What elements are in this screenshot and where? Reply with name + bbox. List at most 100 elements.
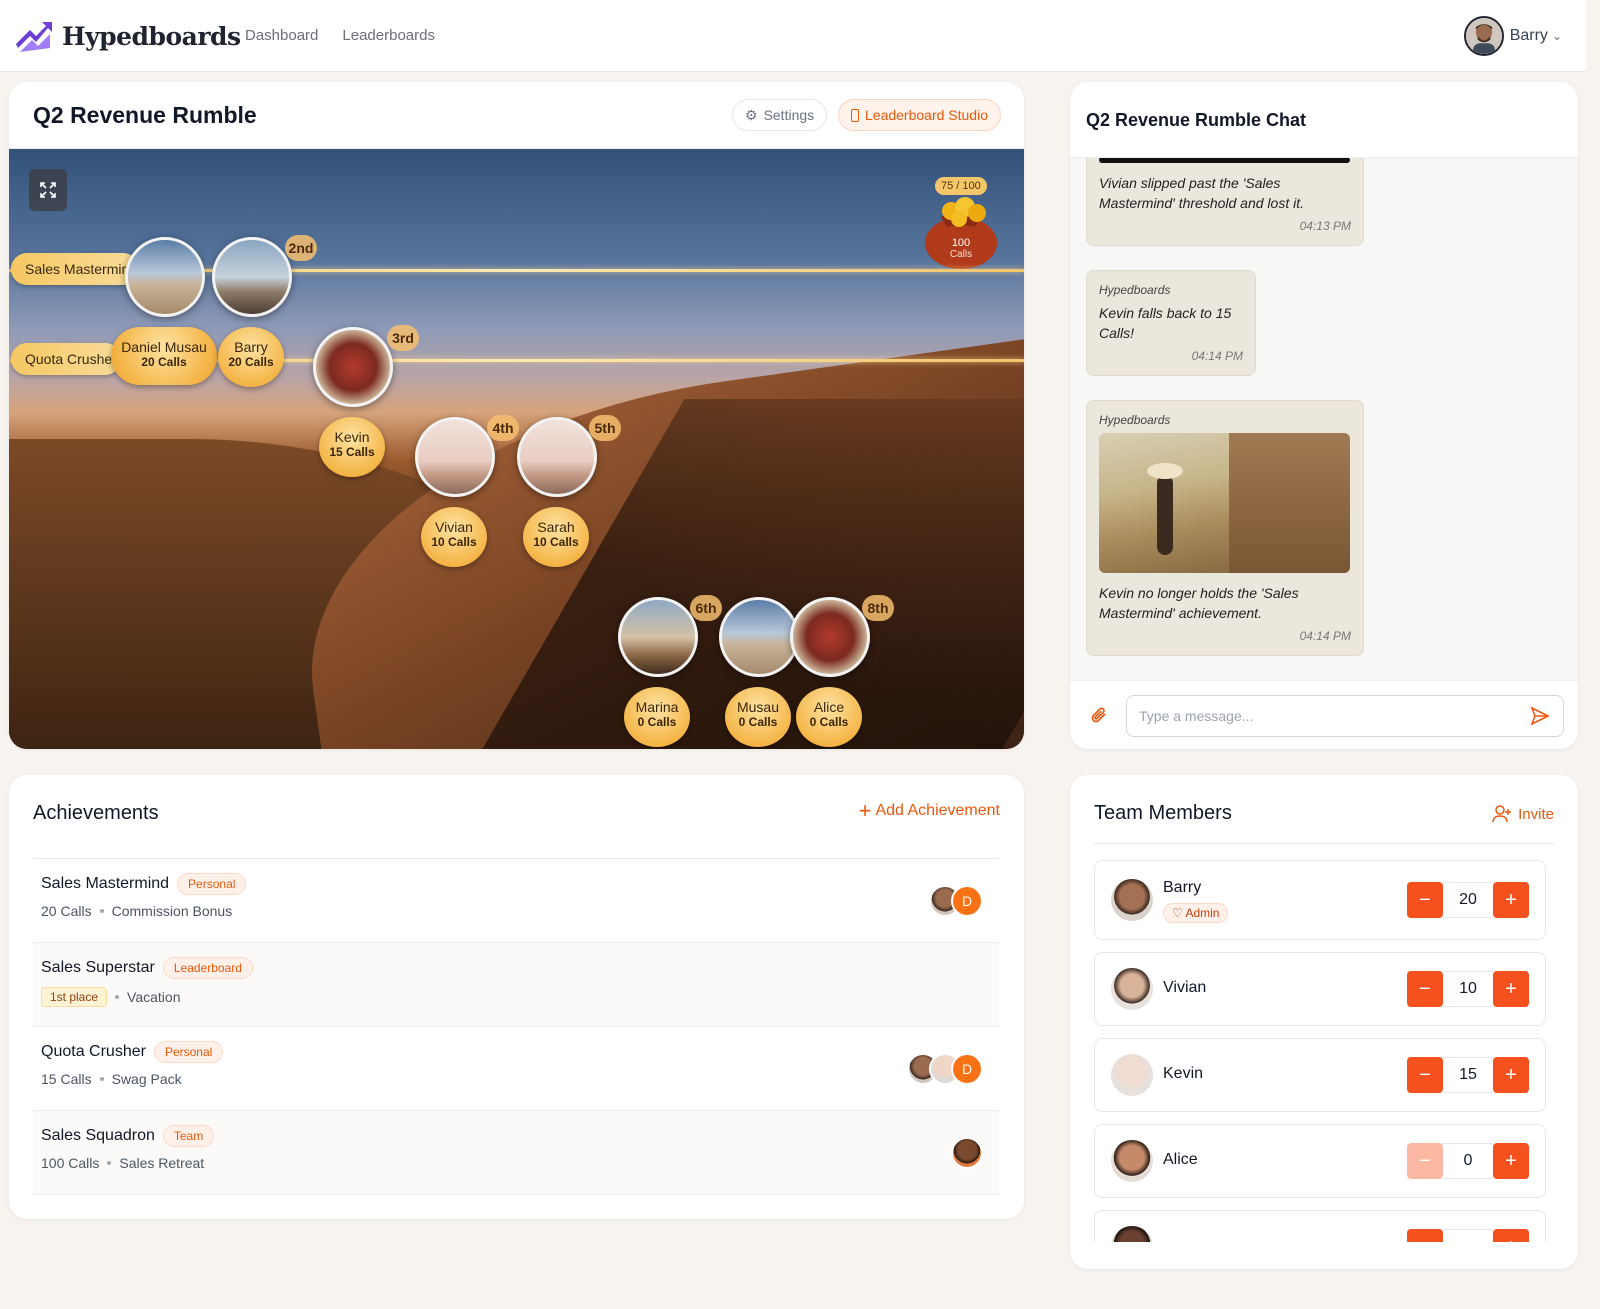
player-name: Daniel Musau xyxy=(121,339,207,355)
avatar xyxy=(951,1137,983,1169)
member-value[interactable]: 0 xyxy=(1443,1143,1493,1179)
increment-button[interactable]: + xyxy=(1493,1143,1529,1179)
user-name: Barry xyxy=(1509,27,1548,44)
player-avatar[interactable] xyxy=(790,597,870,677)
member-row: − + xyxy=(1094,1210,1546,1242)
invite-button[interactable]: Invite xyxy=(1492,804,1554,824)
player-calls: 20 Calls xyxy=(228,355,274,369)
team-members-card: Team Members Invite Barry ♡ Admin − 20 +… xyxy=(1070,775,1578,1269)
player-tag: Barry 20 Calls xyxy=(218,327,284,387)
player-tag: Sarah 10 Calls xyxy=(523,507,589,567)
brand[interactable]: Hypedboards xyxy=(16,18,241,54)
member-value[interactable]: 20 xyxy=(1443,882,1493,918)
gear-icon: ⚙ xyxy=(745,106,758,123)
avatar: D xyxy=(951,1053,983,1085)
quantity-stepper: − 20 + xyxy=(1407,882,1529,918)
chat-messages[interactable]: Vivian slipped past the 'Sales Mastermin… xyxy=(1070,158,1578,680)
member-name: Barry xyxy=(1163,879,1202,896)
invite-label: Invite xyxy=(1518,805,1554,823)
team-title: Team Members xyxy=(1094,802,1232,824)
member-value[interactable]: 15 xyxy=(1443,1057,1493,1093)
studio-label: Leaderboard Studio xyxy=(865,107,988,123)
player-tag: Vivian 10 Calls xyxy=(421,507,487,567)
player-avatar[interactable] xyxy=(517,417,597,497)
shield-icon: ♡ xyxy=(1172,906,1183,920)
goal-unit: Calls xyxy=(949,249,973,260)
player-avatar[interactable] xyxy=(212,237,292,317)
player-calls: 10 Calls xyxy=(431,535,477,549)
member-value[interactable]: 10 xyxy=(1443,971,1493,1007)
player-name: Kevin xyxy=(334,429,370,445)
member-list[interactable]: Barry ♡ Admin − 20 + Vivian − 10 + Kevin xyxy=(1094,860,1546,1242)
achievement-row[interactable]: Sales Squadron Team 100 Calls Sales Retr… xyxy=(33,1111,999,1195)
achievement-row[interactable]: Sales Superstar Leaderboard 1st place Va… xyxy=(33,943,999,1027)
increment-button[interactable]: + xyxy=(1493,1229,1529,1242)
avatar: D xyxy=(951,885,983,917)
message-image[interactable] xyxy=(1099,433,1350,573)
player-tag: Musau 0 Calls xyxy=(725,687,791,747)
message-text: Kevin no longer holds the 'Sales Masterm… xyxy=(1099,585,1299,621)
player-avatar[interactable] xyxy=(618,597,698,677)
top-navbar: Hypedboards Dashboard Leaderboards Barry… xyxy=(0,0,1586,72)
paperclip-icon[interactable] xyxy=(1090,705,1108,725)
decrement-button[interactable]: − xyxy=(1407,1057,1443,1093)
avatar xyxy=(1111,968,1153,1010)
player-tag: Marina 0 Calls xyxy=(624,687,690,747)
leaderboard-scene: 75 / 100 100 Calls Sales Mastermind Quot… xyxy=(9,149,1024,749)
decrement-button[interactable]: − xyxy=(1407,1229,1443,1242)
rank-badge: 3rd xyxy=(387,325,419,351)
nav-link-dashboard[interactable]: Dashboard xyxy=(245,27,318,44)
player-calls: 0 Calls xyxy=(809,715,849,729)
message-text: Kevin falls back to 15 Calls! xyxy=(1099,305,1232,341)
send-icon[interactable] xyxy=(1530,706,1550,726)
achievement-row[interactable]: Quota Crusher Personal 15 Calls Swag Pac… xyxy=(33,1027,999,1111)
user-menu[interactable]: Barry ⌄ xyxy=(1463,16,1562,56)
player-avatar[interactable] xyxy=(313,327,393,407)
player-calls: 0 Calls xyxy=(637,715,677,729)
quantity-stepper: − 10 + xyxy=(1407,971,1529,1007)
message-input[interactable] xyxy=(1126,695,1564,737)
avatar xyxy=(1111,1054,1153,1096)
decrement-button[interactable]: − xyxy=(1407,971,1443,1007)
achievement-name: Sales Squadron xyxy=(41,1127,155,1144)
page-title: Q2 Revenue Rumble xyxy=(33,102,257,128)
chat-title: Q2 Revenue Rumble Chat xyxy=(1086,110,1307,130)
player-avatar[interactable] xyxy=(719,597,799,677)
add-user-icon xyxy=(1492,805,1512,823)
expand-icon[interactable] xyxy=(29,169,67,211)
achievement-goal: 100 Calls xyxy=(41,1155,100,1171)
rank-badge: 2nd xyxy=(285,235,317,261)
goal-bag[interactable]: 75 / 100 100 Calls xyxy=(921,177,1011,273)
settings-button[interactable]: ⚙ Settings xyxy=(732,99,828,131)
quantity-stepper: − 0 + xyxy=(1407,1143,1529,1179)
quantity-stepper: − 15 + xyxy=(1407,1057,1529,1093)
player-tag: Kevin 15 Calls xyxy=(319,417,385,477)
achievement-reward: Vacation xyxy=(127,989,181,1005)
add-achievement-label: Add Achievement xyxy=(875,802,1000,819)
increment-button[interactable]: + xyxy=(1493,1057,1529,1093)
rank-badge: 8th xyxy=(862,595,894,621)
achievement-name: Sales Mastermind xyxy=(41,875,170,892)
player-avatar[interactable] xyxy=(125,237,205,317)
rank-badge: 6th xyxy=(690,595,722,621)
decrement-button[interactable]: − xyxy=(1407,1143,1443,1179)
member-value[interactable] xyxy=(1443,1229,1493,1242)
message-image xyxy=(1099,158,1350,163)
decrement-button[interactable]: − xyxy=(1407,882,1443,918)
achievement-row[interactable]: Sales Mastermind Personal 20 Calls Commi… xyxy=(33,859,999,943)
nav-link-leaderboards[interactable]: Leaderboards xyxy=(342,27,435,44)
rank-badge: 5th xyxy=(589,415,621,441)
player-avatar[interactable] xyxy=(415,417,495,497)
increment-button[interactable]: + xyxy=(1493,971,1529,1007)
studio-icon xyxy=(851,108,859,122)
settings-label: Settings xyxy=(763,107,815,123)
achievement-goal: 20 Calls xyxy=(41,903,92,919)
add-achievement-button[interactable]: + Add Achievement xyxy=(859,800,1000,822)
leaderboard-studio-button[interactable]: Leaderboard Studio xyxy=(838,99,1001,131)
player-calls: 15 Calls xyxy=(329,445,375,459)
increment-button[interactable]: + xyxy=(1493,882,1529,918)
achievements-list: Sales Mastermind Personal 20 Calls Commi… xyxy=(33,858,999,1195)
brand-name: Hypedboards xyxy=(62,21,241,51)
chat-message: Hypedboards Kevin no longer holds the 'S… xyxy=(1086,400,1364,656)
chevron-down-icon: ⌄ xyxy=(1551,29,1562,43)
